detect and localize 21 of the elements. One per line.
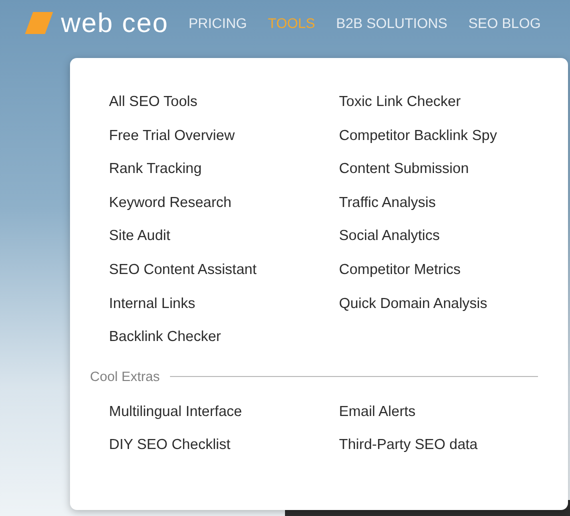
section-heading: Cool Extras	[90, 368, 160, 384]
menu-link[interactable]: Social Analytics	[339, 226, 569, 260]
menu-link[interactable]: Content Submission	[339, 159, 569, 193]
menu-link[interactable]: Site Audit	[109, 226, 339, 260]
menu-link[interactable]: All SEO Tools	[109, 92, 339, 126]
menu-link[interactable]: Quick Domain Analysis	[339, 294, 569, 328]
menu-link[interactable]: Internal Links	[109, 294, 339, 328]
menu-link[interactable]: Rank Tracking	[109, 159, 339, 193]
menu-link[interactable]: Multilingual Interface	[109, 402, 339, 436]
menu-link[interactable]: Free Trial Overview	[109, 126, 339, 160]
menu-link[interactable]: Toxic Link Checker	[339, 92, 569, 126]
menu-link[interactable]: Third-Party SEO data	[339, 435, 569, 469]
logo-icon	[25, 12, 53, 34]
menu-link[interactable]: Keyword Research	[109, 192, 339, 226]
menu-link[interactable]: Email Alerts	[339, 402, 569, 436]
menu-link[interactable]: SEO Content Assistant	[109, 260, 339, 294]
menu-link[interactable]: Traffic Analysis	[339, 192, 569, 226]
menu-link[interactable]: DIY SEO Checklist	[109, 435, 339, 469]
menu-link[interactable]: Competitor Backlink Spy	[339, 126, 569, 160]
menu-link[interactable]: Competitor Metrics	[339, 260, 569, 294]
menu-link[interactable]: Backlink Checker	[109, 327, 339, 361]
